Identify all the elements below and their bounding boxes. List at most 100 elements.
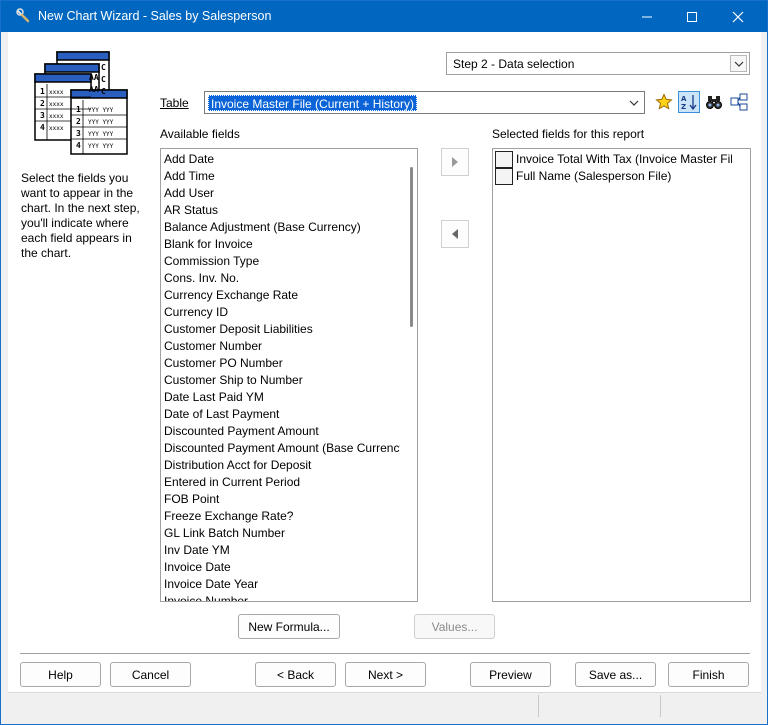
favorites-button[interactable] bbox=[653, 91, 675, 113]
report-pages-icon: C AA C AA C 1234 1234 xxxx xxxx xxxx xxxx YYY… bbox=[33, 50, 129, 156]
available-fields-list[interactable]: Add Date Add Time Add User AR Status Balance… bbox=[160, 148, 418, 602]
find-button[interactable] bbox=[703, 91, 725, 113]
available-field-item[interactable]: Invoice Number bbox=[164, 593, 400, 601]
remove-field-button[interactable] bbox=[441, 220, 469, 248]
chevron-down-icon[interactable] bbox=[625, 94, 642, 111]
svg-text:YYY YYY: YYY YYY bbox=[88, 119, 114, 126]
arrow-right-icon bbox=[452, 157, 458, 167]
available-field-item[interactable]: Currency Exchange Rate bbox=[164, 287, 400, 304]
new-formula-button[interactable]: New Formula... bbox=[238, 614, 340, 639]
available-field-item[interactable]: Discounted Payment Amount bbox=[164, 423, 400, 440]
table-relations-icon bbox=[730, 93, 748, 111]
selected-fields-scrollbar[interactable] bbox=[733, 149, 750, 601]
scrollbar-thumb[interactable] bbox=[410, 167, 413, 327]
svg-text:4: 4 bbox=[40, 123, 45, 132]
svg-text:C: C bbox=[101, 87, 106, 96]
star-icon bbox=[655, 93, 673, 110]
selected-field-item[interactable]: Invoice Total With Tax (Invoice Master F… bbox=[494, 151, 732, 168]
cancel-button[interactable]: Cancel bbox=[110, 662, 191, 687]
available-field-item[interactable]: GL Link Batch Number bbox=[164, 525, 400, 542]
minimize-button[interactable] bbox=[624, 1, 670, 32]
svg-text:Z: Z bbox=[681, 103, 686, 111]
available-field-item[interactable]: Freeze Exchange Rate? bbox=[164, 508, 400, 525]
back-button[interactable]: < Back bbox=[255, 662, 336, 687]
step-dropdown-value: Step 2 - Data selection bbox=[453, 57, 575, 71]
available-fields-items: Add Date Add Time Add User AR Status Balance… bbox=[164, 151, 400, 601]
selected-field-label: Invoice Total With Tax (Invoice Master F… bbox=[516, 152, 732, 166]
sort-a-z-icon: A Z bbox=[681, 95, 697, 111]
available-field-item[interactable]: Invoice Date bbox=[164, 559, 400, 576]
selected-field-label: Full Name (Salesperson File) bbox=[516, 169, 672, 183]
available-field-item[interactable]: Cons. Inv. No. bbox=[164, 270, 400, 287]
available-field-item[interactable]: FOB Point bbox=[164, 491, 400, 508]
sort-button[interactable]: A Z bbox=[678, 91, 700, 113]
save-as-button[interactable]: Save as... bbox=[575, 662, 656, 687]
available-field-item[interactable]: Customer Number bbox=[164, 338, 400, 355]
available-field-item[interactable]: Blank for Invoice bbox=[164, 236, 400, 253]
table-dropdown-value: Invoice Master File (Current + History) bbox=[208, 95, 418, 111]
table-label: Table bbox=[160, 96, 189, 110]
available-field-item[interactable]: Customer PO Number bbox=[164, 355, 400, 372]
svg-text:3: 3 bbox=[76, 129, 81, 138]
status-pane-divider bbox=[538, 695, 539, 717]
help-button[interactable]: Help bbox=[20, 662, 101, 687]
available-field-item[interactable]: Balance Adjustment (Base Currency) bbox=[164, 219, 400, 236]
svg-text:3: 3 bbox=[40, 111, 45, 120]
field-type-box bbox=[495, 168, 513, 185]
next-button[interactable]: Next > bbox=[345, 662, 426, 687]
step-dropdown[interactable]: Step 2 - Data selection bbox=[446, 52, 750, 75]
add-field-button[interactable] bbox=[441, 148, 469, 176]
status-bar bbox=[8, 692, 761, 719]
arrow-left-icon bbox=[452, 229, 458, 239]
available-field-item[interactable]: Customer Deposit Liabilities bbox=[164, 321, 400, 338]
maximize-icon bbox=[687, 11, 697, 22]
svg-text:1: 1 bbox=[40, 87, 45, 96]
available-field-item[interactable]: Distribution Acct for Deposit bbox=[164, 457, 400, 474]
chart-wizard-window: New Chart Wizard - Sales by Salesperson bbox=[0, 0, 768, 725]
chart-wizard-wrench-icon[interactable] bbox=[15, 8, 31, 24]
svg-text:YYY YYY: YYY YYY bbox=[88, 143, 114, 150]
close-button[interactable] bbox=[715, 1, 761, 32]
svg-text:xxxx: xxxx bbox=[49, 113, 64, 120]
svg-text:C: C bbox=[101, 63, 106, 72]
window-title: New Chart Wizard - Sales by Salesperson bbox=[38, 9, 272, 23]
available-field-item[interactable]: Date of Last Payment bbox=[164, 406, 400, 423]
selected-fields-label: Selected fields for this report bbox=[492, 127, 645, 141]
svg-text:C: C bbox=[101, 75, 106, 84]
available-field-item[interactable]: Currency ID bbox=[164, 304, 400, 321]
available-field-item[interactable]: Entered in Current Period bbox=[164, 474, 400, 491]
available-field-item[interactable]: Add Time bbox=[164, 168, 400, 185]
selected-field-item[interactable]: Full Name (Salesperson File) bbox=[494, 168, 732, 185]
available-field-item[interactable]: AR Status bbox=[164, 202, 400, 219]
preview-button[interactable]: Preview bbox=[470, 662, 551, 687]
table-dropdown[interactable]: Invoice Master File (Current + History) bbox=[204, 91, 645, 114]
available-field-item[interactable]: Invoice Date Year bbox=[164, 576, 400, 593]
chevron-down-icon[interactable] bbox=[730, 55, 747, 72]
maximize-button[interactable] bbox=[669, 1, 715, 32]
svg-text:1: 1 bbox=[76, 105, 81, 114]
available-field-item[interactable]: Commission Type bbox=[164, 253, 400, 270]
svg-text:AA: AA bbox=[89, 85, 99, 94]
binoculars-icon bbox=[706, 96, 722, 109]
relations-button[interactable] bbox=[728, 91, 750, 113]
minimize-icon bbox=[642, 16, 652, 17]
footer-separator bbox=[20, 653, 750, 654]
field-type-box bbox=[495, 151, 513, 168]
svg-text:xxxx: xxxx bbox=[49, 125, 64, 132]
available-fields-scrollbar[interactable] bbox=[405, 149, 417, 601]
svg-text:xxxx: xxxx bbox=[49, 101, 64, 108]
selected-fields-list[interactable]: Invoice Total With Tax (Invoice Master F… bbox=[492, 148, 751, 602]
svg-text:YYY YYY: YYY YYY bbox=[88, 131, 114, 138]
finish-button[interactable]: Finish bbox=[668, 662, 749, 687]
available-field-item[interactable]: Customer Ship to Number bbox=[164, 372, 400, 389]
svg-text:xxxx: xxxx bbox=[49, 89, 64, 96]
svg-text:2: 2 bbox=[40, 99, 45, 108]
close-icon bbox=[732, 11, 744, 22]
available-field-item[interactable]: Add Date bbox=[164, 151, 400, 168]
available-field-item[interactable]: Add User bbox=[164, 185, 400, 202]
values-button[interactable]: Values... bbox=[414, 614, 495, 639]
available-field-item[interactable]: Date Last Paid YM bbox=[164, 389, 400, 406]
available-field-item[interactable]: Discounted Payment Amount (Base Currency… bbox=[164, 440, 400, 457]
available-field-item[interactable]: Inv Date YM bbox=[164, 542, 400, 559]
title-bar: New Chart Wizard - Sales by Salesperson bbox=[1, 1, 767, 32]
